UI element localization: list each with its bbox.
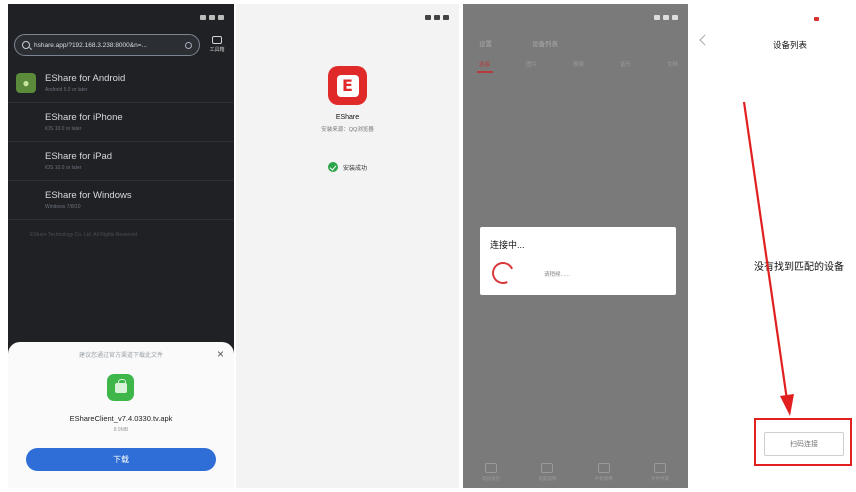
battery-icon	[672, 14, 678, 20]
device-list-screen: 设备列表 没有找到匹配的设备 扫码连接	[692, 4, 856, 488]
download-item-iphone[interactable]: EShare for iPhone iOS 10.0 or later	[8, 103, 234, 142]
battery-icon	[218, 14, 224, 20]
status-bar	[8, 4, 234, 30]
signal-icon	[654, 14, 660, 20]
tab-music[interactable]: 音乐	[620, 60, 631, 68]
wifi-icon	[434, 14, 440, 20]
install-status: 安装成功	[236, 162, 459, 172]
browser-download-screen: hshare.app/?192.168.3.238:8000&n=... 工具箱…	[8, 4, 234, 488]
nav-pc-mirror[interactable]: 电脑镜像	[527, 463, 567, 482]
signal-icon	[200, 14, 206, 20]
tab-bar: 连接 图片 视频 音乐 文档	[479, 60, 678, 68]
eshare-app-icon: E	[328, 66, 367, 105]
footer-note: EShare Technology Co. Ltd. All Rights Re…	[30, 232, 138, 238]
connecting-screen: 设置 设备列表 连接 图片 视频 音乐 文档 连接中... 请稍候...... …	[463, 4, 688, 488]
download-sheet: 建议您通过官方渠道下载此文件 × EShareClient_v7.4.0330.…	[8, 342, 234, 488]
download-button[interactable]: 下载	[26, 448, 216, 471]
android-icon: ●	[16, 73, 36, 93]
tab-documents[interactable]: 文档	[667, 60, 678, 68]
install-source: 安装来源：QQ浏览器	[321, 127, 374, 133]
settings-link[interactable]: 设置	[479, 38, 492, 48]
nav-phone-mirror[interactable]: 手机镜像	[584, 463, 624, 482]
apple-icon	[16, 151, 36, 171]
tab-videos[interactable]: 视频	[573, 60, 584, 68]
download-item-windows[interactable]: EShare for Windows Windows 7/8/10	[8, 181, 234, 220]
file-icon	[653, 463, 666, 473]
security-warning: 建议您通过官方渠道下载此文件	[78, 353, 163, 359]
address-bar[interactable]: hshare.app/?192.168.3.238:8000&n=...	[14, 34, 200, 56]
tab-pictures[interactable]: 图片	[526, 60, 537, 68]
tv-icon	[485, 463, 497, 473]
top-bar: 设置 设备列表	[479, 38, 678, 48]
windows-icon	[16, 190, 36, 210]
status-bar	[463, 4, 688, 30]
apple-icon	[16, 112, 36, 132]
download-subtitle: iOS 10.0 or later	[45, 126, 82, 132]
signal-icon	[425, 14, 431, 20]
toolbox-label: 工具箱	[209, 47, 225, 53]
dialog-message: 请稍候......	[544, 272, 570, 278]
monitor-icon	[541, 463, 554, 473]
refresh-icon[interactable]	[185, 41, 192, 49]
search-icon	[22, 41, 30, 49]
download-subtitle: Windows 7/8/10	[45, 204, 81, 210]
bottom-nav: 电视遥控 电脑镜像 手机镜像 文件传输	[471, 463, 680, 482]
url-text: hshare.app/?192.168.3.238:8000&n=...	[34, 41, 147, 49]
download-title: EShare for Android	[45, 73, 126, 84]
toolbox-button[interactable]: 工具箱	[206, 34, 228, 58]
download-title: EShare for Windows	[45, 190, 132, 201]
nav-tv-remote[interactable]: 电视遥控	[471, 463, 511, 482]
apk-icon	[107, 374, 134, 401]
battery-icon	[443, 14, 449, 20]
download-item-ipad[interactable]: EShare for iPad iOS 10.0 or later	[8, 142, 234, 181]
tab-connect[interactable]: 连接	[479, 60, 490, 68]
active-tab-indicator	[477, 71, 493, 73]
download-subtitle: iOS 10.0 or later	[45, 165, 82, 171]
download-list: ● EShare for Android Android 5.0 or late…	[8, 64, 234, 220]
camera-icon	[597, 463, 610, 473]
loading-spinner-icon	[488, 258, 518, 288]
tutorial-screenshot-strip: hshare.app/?192.168.3.238:8000&n=... 工具箱…	[0, 0, 856, 492]
install-success-screen: E EShare 安装来源：QQ浏览器 安装成功	[236, 4, 459, 488]
close-icon[interactable]: ×	[217, 347, 224, 361]
dialog-title: 连接中...	[490, 240, 525, 250]
connecting-dialog: 连接中... 请稍候......	[480, 227, 676, 295]
status-bar	[236, 4, 459, 30]
check-icon	[327, 162, 338, 172]
install-success-text: 安装成功	[342, 165, 367, 172]
file-name: EShareClient_v7.4.0330.tv.apk	[69, 414, 173, 423]
file-size: 8.9MB	[113, 427, 129, 433]
toolbox-icon	[212, 36, 222, 44]
red-arrow-annotation	[742, 101, 794, 416]
wifi-icon	[663, 14, 669, 20]
nav-file-transfer[interactable]: 文件传输	[640, 463, 680, 482]
scan-connect-button[interactable]: 扫码连接	[764, 432, 844, 456]
wifi-icon	[209, 14, 215, 20]
download-title: EShare for iPad	[45, 151, 113, 162]
download-subtitle: Android 5.0 or later	[45, 87, 88, 93]
download-item-android[interactable]: ● EShare for Android Android 5.0 or late…	[8, 64, 234, 103]
device-list-link[interactable]: 设备列表	[532, 38, 558, 48]
download-title: EShare for iPhone	[45, 112, 123, 123]
app-name: EShare	[335, 114, 360, 121]
